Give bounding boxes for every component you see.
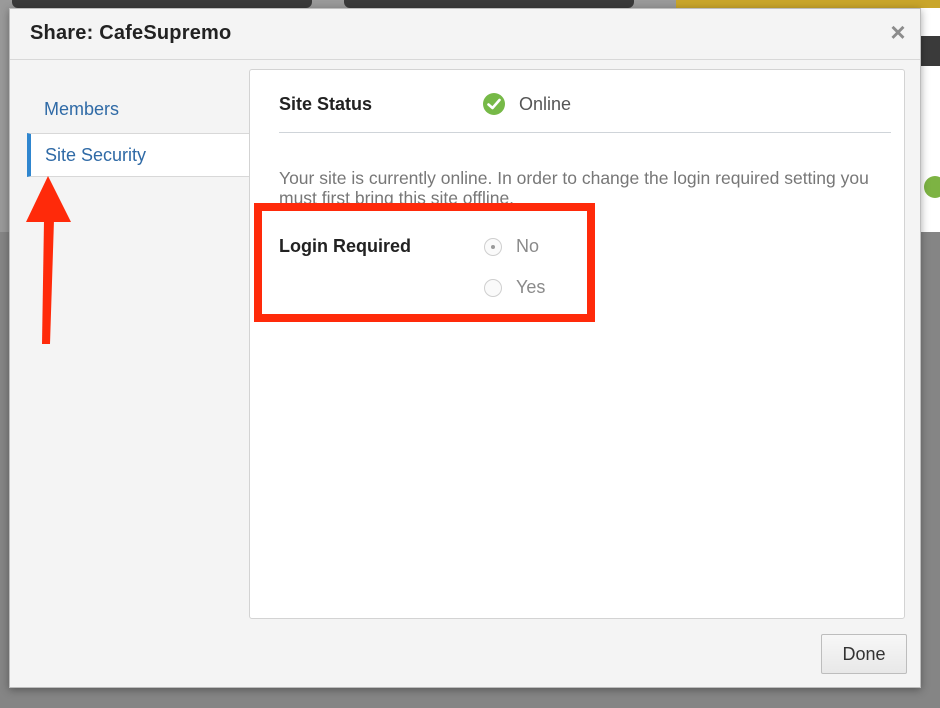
background-banner [676, 0, 940, 8]
dialog-header: Share: CafeSupremo × [10, 9, 920, 60]
close-icon: × [890, 17, 906, 47]
status-description: Your site is currently online. In order … [279, 168, 869, 208]
background-check-icon [924, 176, 940, 198]
background-thumbnail [920, 36, 940, 66]
highlight-box [254, 203, 595, 322]
background-thumbnail [12, 0, 312, 8]
done-button[interactable]: Done [821, 634, 907, 674]
check-circle-icon [483, 93, 505, 115]
sidebar-nav: Members Site Security [27, 87, 251, 177]
annotation-arrow-icon [26, 176, 71, 344]
close-button[interactable]: × [886, 17, 910, 47]
site-status-label: Site Status [279, 94, 373, 114]
sidebar-item-site-security[interactable]: Site Security [27, 133, 251, 177]
done-button-label: Done [842, 644, 886, 664]
sidebar-item-label: Site Security [45, 145, 147, 165]
background-thumbnail [344, 0, 634, 8]
share-dialog: Share: CafeSupremo × Members Site Securi… [9, 8, 921, 688]
site-status-value: Online [519, 94, 572, 114]
site-status-row: Site Status Online [279, 90, 891, 133]
sidebar-item-label: Members [44, 99, 120, 119]
site-security-panel: Site Status Online Your site is currentl… [249, 69, 905, 619]
sidebar-item-members[interactable]: Members [27, 87, 251, 131]
dialog-title: Share: CafeSupremo [30, 22, 232, 44]
